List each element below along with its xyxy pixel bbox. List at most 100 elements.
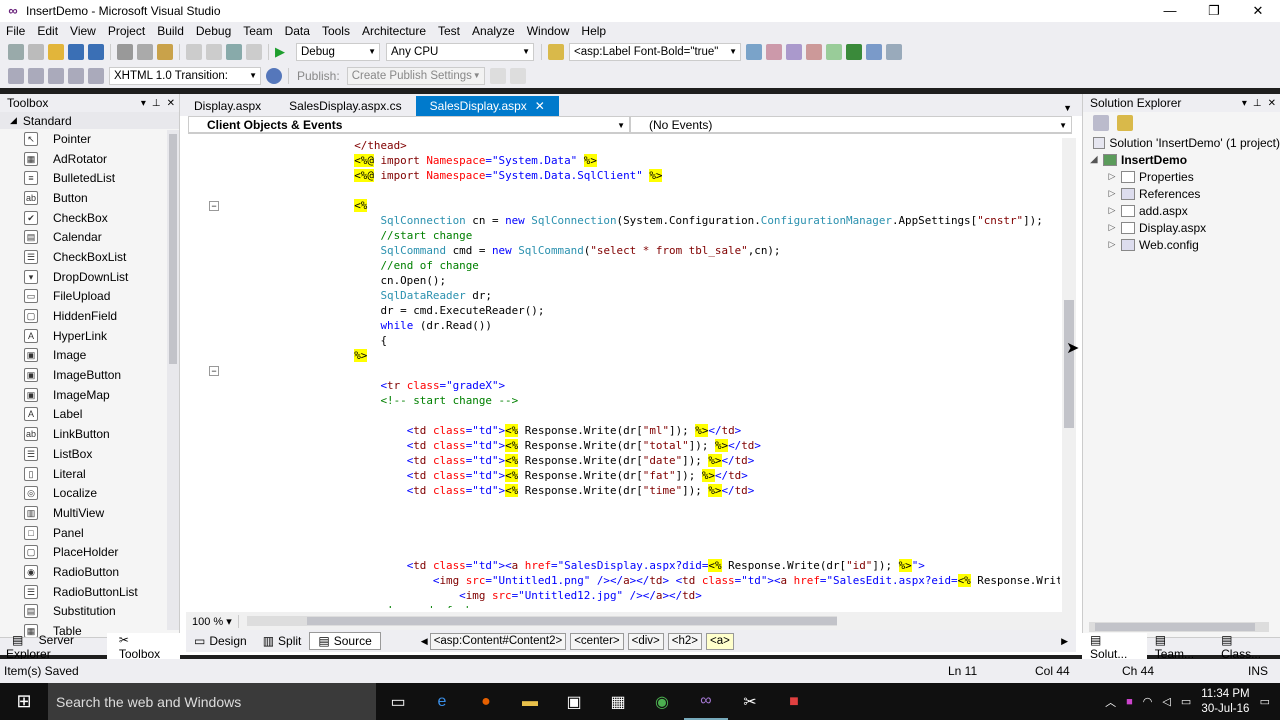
error-list-icon[interactable]	[826, 44, 842, 60]
outdent-icon[interactable]	[28, 68, 44, 84]
close-icon[interactable]: ✕	[167, 98, 175, 109]
toolbox-item-literal[interactable]: ▯ Literal	[0, 464, 179, 484]
design-view-button[interactable]: ▭ Design	[186, 632, 255, 650]
solution-explorer-icon[interactable]	[746, 44, 762, 60]
breadcrumb-h2[interactable]: <h2>	[667, 632, 702, 650]
menu-edit[interactable]: Edit	[31, 24, 64, 38]
split-view-button[interactable]: ▥ Split	[255, 632, 310, 650]
tab-salesdisplay-aspx[interactable]: SalesDisplay.aspx ✕	[415, 96, 559, 116]
format-document-icon[interactable]	[48, 68, 64, 84]
toolbox-item-placeholder[interactable]: ▢ PlaceHolder	[0, 542, 179, 562]
toolbox-scrollbar[interactable]	[167, 130, 179, 630]
start-page-icon[interactable]	[846, 44, 862, 60]
menu-tools[interactable]: Tools	[316, 24, 356, 38]
edge-browser-icon[interactable]: e	[420, 683, 464, 720]
tree-item-properties[interactable]: ▷ Properties	[1083, 168, 1280, 185]
toolbox-item-dropdownlist[interactable]: ▾ DropDownList	[0, 267, 179, 287]
breadcrumb-right-arrow[interactable]: ▶	[1061, 636, 1068, 647]
toolbox-item-imagemap[interactable]: ▣ ImageMap	[0, 385, 179, 405]
navigate-backward-icon[interactable]	[226, 44, 242, 60]
zoom-dropdown[interactable]: 100 % ▾	[186, 614, 239, 628]
minimize-button[interactable]: —	[1148, 0, 1192, 22]
solution-platform-dropdown[interactable]: Any CPU ▼	[386, 43, 534, 61]
horizontal-scrollbar[interactable]	[246, 616, 837, 626]
breadcrumb-content[interactable]: <asp:Content#Content2>	[429, 632, 567, 650]
close-button[interactable]: ✕	[1236, 0, 1280, 22]
solution-configuration-dropdown[interactable]: Debug ▼	[296, 43, 380, 61]
window-layout-icon[interactable]	[886, 44, 902, 60]
chrome-icon[interactable]: ◉	[640, 683, 684, 720]
toolbox-item-radiobutton[interactable]: ◉ RadioButton	[0, 562, 179, 582]
breadcrumb-div[interactable]: <div>	[627, 632, 664, 650]
extension-manager-icon[interactable]	[866, 44, 882, 60]
save-all-icon[interactable]	[88, 44, 104, 60]
tree-project[interactable]: ◢ InsertDemo	[1083, 151, 1280, 168]
toolbox-tab[interactable]: ✂ Toolbox	[106, 632, 180, 661]
source-view-button[interactable]: ▤ Source	[309, 632, 381, 650]
tab-class-view[interactable]: ▤ Class...	[1213, 633, 1280, 661]
comment-icon[interactable]	[68, 68, 84, 84]
tree-item-add-aspx[interactable]: ▷ add.aspx	[1083, 202, 1280, 219]
solution-horizontal-scrollbar[interactable]	[1089, 622, 1269, 632]
menu-file[interactable]: File	[0, 24, 31, 38]
toolbox-item-multiview[interactable]: ▥ MultiView	[0, 503, 179, 523]
screen-recorder-icon[interactable]: ■	[772, 683, 816, 720]
toolbox-item-checkboxlist[interactable]: ☰ CheckBoxList	[0, 247, 179, 267]
menu-build[interactable]: Build	[151, 24, 190, 38]
undo-icon[interactable]	[186, 44, 202, 60]
properties-icon[interactable]	[766, 44, 782, 60]
save-icon[interactable]	[68, 44, 84, 60]
toolbox-item-panel[interactable]: □ Panel	[0, 523, 179, 543]
find-in-files-icon[interactable]	[548, 44, 564, 60]
toolbox-item-localize[interactable]: ◎ Localize	[0, 483, 179, 503]
collapse-region-icon[interactable]: −	[209, 366, 219, 376]
toolbox-item-checkbox[interactable]: ✔ CheckBox	[0, 208, 179, 228]
toolbox-item-linkbutton[interactable]: ab LinkButton	[0, 424, 179, 444]
editor-scroll-thumb[interactable]	[1064, 300, 1074, 428]
keyboard-icon[interactable]: ▭	[1181, 695, 1191, 708]
file-explorer-icon[interactable]: ▬	[508, 683, 552, 720]
copy-icon[interactable]	[137, 44, 153, 60]
network-icon[interactable]: ◠	[1143, 695, 1153, 708]
firefox-icon[interactable]: ●	[464, 683, 508, 720]
cut-icon[interactable]	[117, 44, 133, 60]
server-explorer-tab[interactable]: ▤ Server Explorer	[0, 633, 107, 661]
toolbox-item-substitution[interactable]: ▤ Substitution	[0, 602, 179, 622]
taskbar-search-box[interactable]: Search the web and Windows	[48, 683, 376, 720]
toolbox-item-hyperlink[interactable]: A HyperLink	[0, 326, 179, 346]
tree-item-references[interactable]: ▷ References	[1083, 185, 1280, 202]
add-item-icon[interactable]	[28, 44, 44, 60]
tab-overflow-icon[interactable]: ▼	[1063, 103, 1082, 116]
paste-icon[interactable]	[157, 44, 173, 60]
properties-icon[interactable]	[1093, 115, 1109, 131]
find-dropdown[interactable]: <asp:Label Font-Bold="true" ▼	[569, 43, 741, 61]
events-dropdown[interactable]: (No Events) ▼	[630, 116, 1072, 133]
toolbox-item-adrotator[interactable]: ▦ AdRotator	[0, 149, 179, 169]
editor-vertical-scrollbar[interactable]	[1062, 138, 1076, 612]
toolbox-item-fileupload[interactable]: ▭ FileUpload	[0, 287, 179, 307]
toolbox-item-button[interactable]: ab Button	[0, 188, 179, 208]
toolbox-item-pointer[interactable]: ↖ Pointer	[0, 129, 179, 149]
menu-test[interactable]: Test	[432, 24, 466, 38]
show-hidden-icons-icon[interactable]: ︿	[1105, 694, 1116, 710]
visual-studio-taskbar-icon[interactable]: ∞	[684, 683, 728, 720]
menu-architecture[interactable]: Architecture	[356, 24, 432, 38]
menu-help[interactable]: Help	[575, 24, 612, 38]
close-tab-icon[interactable]: ✕	[535, 99, 545, 113]
horizontal-scroll-thumb[interactable]	[306, 617, 837, 625]
tab-team-explorer[interactable]: ▤ Team...	[1147, 633, 1213, 661]
dropdown-icon[interactable]: ▾	[141, 98, 146, 109]
open-file-icon[interactable]	[48, 44, 64, 60]
tree-solution-root[interactable]: Solution 'InsertDemo' (1 project)	[1083, 134, 1280, 151]
notifications-icon[interactable]: ▭	[1260, 695, 1270, 708]
taskbar-clock[interactable]: 11:34 PM 30-Jul-16	[1201, 687, 1249, 717]
toolbox-item-imagebutton[interactable]: ▣ ImageButton	[0, 365, 179, 385]
store-icon[interactable]: ▣	[552, 683, 596, 720]
task-view-icon[interactable]: ▭	[376, 683, 420, 720]
close-icon[interactable]: ✕	[1268, 98, 1276, 109]
toolbox-item-calendar[interactable]: ▤ Calendar	[0, 227, 179, 247]
tab-solution-explorer[interactable]: ▤ Solut...	[1082, 632, 1147, 661]
toolbox-icon[interactable]	[806, 44, 822, 60]
client-objects-dropdown[interactable]: Client Objects & Events ▼	[188, 116, 630, 133]
publish-web-icon[interactable]	[489, 68, 506, 84]
